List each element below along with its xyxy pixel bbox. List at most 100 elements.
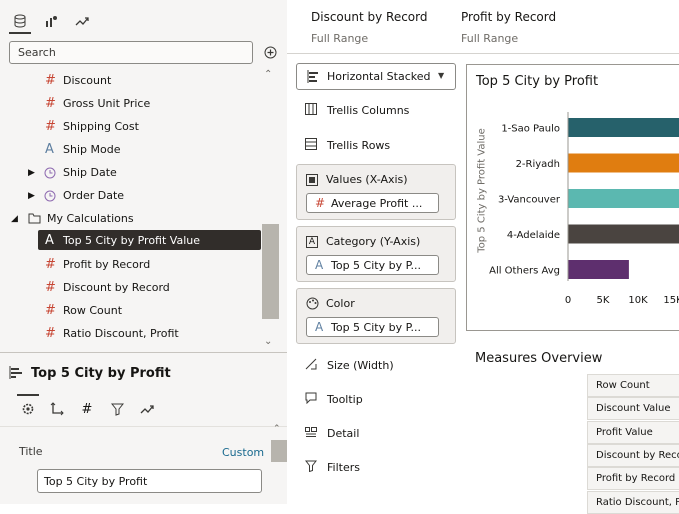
- expand-icon[interactable]: ▶: [28, 168, 35, 178]
- tree-item-ship-date[interactable]: ▶ Ship Date: [0, 161, 262, 184]
- tree-item-order-date[interactable]: ▶ Order Date: [0, 184, 262, 207]
- tree-item-profit-by-record[interactable]: # Profit by Record: [0, 253, 262, 276]
- clock-icon: [44, 167, 56, 179]
- measures-row[interactable]: Ratio Discount, Pr: [587, 490, 679, 514]
- attribute-icon: A: [45, 232, 54, 248]
- clock-icon: [44, 190, 56, 202]
- tab-divider: [0, 426, 287, 427]
- values-x-axis-drop[interactable]: Values (X-Axis) # Average Profit ...: [296, 164, 456, 220]
- scroll-up-icon[interactable]: ⌃: [273, 424, 281, 434]
- tree-item-discount[interactable]: # Discount: [0, 69, 262, 92]
- folder-icon: [28, 213, 41, 224]
- tree-item-row-count[interactable]: # Row Count: [0, 299, 262, 322]
- filter-discount-by-record[interactable]: Discount by Record: [311, 10, 428, 24]
- chart-container[interactable]: Top 5 City by Profit Top 5 City by Profi…: [466, 64, 679, 331]
- category-label: 4-Adelaide: [507, 230, 560, 241]
- size-icon: [305, 358, 319, 372]
- values-icon: [306, 174, 318, 186]
- collapse-icon[interactable]: ◢: [11, 214, 18, 224]
- properties-scrollbar[interactable]: [271, 440, 287, 462]
- filter-icon[interactable]: [106, 398, 128, 420]
- tree-item-label: Row Count: [63, 304, 123, 317]
- category-label: 3-Vancouver: [498, 195, 561, 206]
- tree-item-label: My Calculations: [47, 212, 134, 225]
- number-format-icon[interactable]: #: [76, 398, 98, 420]
- trellis-columns-icon: [305, 103, 319, 117]
- size-width-label: Size (Width): [327, 358, 394, 372]
- database-icon[interactable]: [9, 10, 31, 32]
- search-input[interactable]: Search: [9, 41, 253, 64]
- x-tick-label: 5K: [597, 295, 610, 306]
- tree-item-label: Profit by Record: [63, 258, 151, 271]
- tooltip-icon: [305, 392, 319, 406]
- attribute-icon: A: [315, 320, 324, 334]
- tree-folder-my-calculations[interactable]: ◢ My Calculations: [0, 207, 262, 230]
- active-tab-indicator: [17, 394, 39, 396]
- category-label: 1-Sao Paulo: [501, 124, 560, 135]
- visualizations-icon[interactable]: [40, 10, 62, 32]
- analytics-icon[interactable]: [136, 398, 158, 420]
- add-icon[interactable]: [263, 45, 278, 60]
- tree-item-shipping-cost[interactable]: # Shipping Cost: [0, 115, 262, 138]
- tree-item-ratio-discount-profit[interactable]: # Ratio Discount, Profit: [0, 322, 262, 345]
- category-pill-label: Top 5 City by P...: [331, 258, 422, 272]
- scroll-down-icon[interactable]: ⌄: [264, 336, 272, 347]
- x-tick-label: 15K: [663, 295, 679, 306]
- values-pill-label: Average Profit ...: [331, 196, 423, 210]
- color-drop[interactable]: Color A Top 5 City by P...: [296, 288, 456, 344]
- title-input[interactable]: Top 5 City by Profit: [37, 469, 262, 493]
- scroll-up-icon[interactable]: ⌃: [264, 69, 272, 80]
- tree-item-label: Ship Date: [63, 166, 117, 179]
- color-label: Color: [326, 297, 355, 310]
- data-panel: Search # Discount # Gross Unit Price # S…: [0, 0, 287, 504]
- measures-row[interactable]: Profit by Record: [587, 467, 679, 491]
- measure-icon: #: [45, 73, 56, 88]
- chart-type-select[interactable]: Horizontal Stacked ▼: [296, 63, 456, 90]
- general-settings-icon[interactable]: [17, 398, 39, 420]
- bar-4: [568, 224, 679, 244]
- attribute-icon: A: [45, 142, 54, 157]
- trellis-columns-drop[interactable]: Trellis Columns: [305, 100, 409, 120]
- active-tab-indicator: [9, 32, 31, 34]
- search-placeholder: Search: [18, 46, 56, 59]
- title-field-label: Title: [19, 445, 43, 458]
- category-pill[interactable]: A Top 5 City by P...: [306, 255, 439, 275]
- measure-icon: #: [45, 96, 56, 111]
- detail-drop[interactable]: Detail: [305, 423, 359, 443]
- tree-item-gross-unit-price[interactable]: # Gross Unit Price: [0, 92, 262, 115]
- bar-5: [568, 260, 629, 279]
- category-y-axis-label: Category (Y-Axis): [326, 235, 421, 248]
- tree-item-ship-mode[interactable]: A Ship Mode: [0, 138, 262, 161]
- detail-icon: [305, 426, 319, 440]
- bar-chart: 1-Sao Paulo 2-Riyadh 3-Vancouver 4-Adelaide…: [489, 112, 679, 306]
- measures-row[interactable]: Discount by Recor: [587, 443, 679, 467]
- measures-row[interactable]: Row Count: [587, 374, 679, 397]
- category-label: 2-Riyadh: [516, 159, 560, 170]
- expand-icon[interactable]: ▶: [28, 191, 35, 201]
- filters-drop[interactable]: Filters: [304, 457, 360, 477]
- size-width-drop[interactable]: Size (Width): [305, 355, 394, 375]
- palette-icon: [306, 297, 319, 310]
- measures-overview-title: Measures Overview: [475, 351, 603, 366]
- tree-item-label: Ship Mode: [63, 143, 121, 156]
- tooltip-drop[interactable]: Tooltip: [305, 389, 363, 409]
- measure-icon: #: [45, 303, 56, 318]
- tree-scrollbar[interactable]: [262, 224, 279, 319]
- tree-item-label: Shipping Cost: [63, 120, 139, 133]
- measures-row[interactable]: Profit Value: [587, 420, 679, 444]
- filter-profit-by-record[interactable]: Profit by Record: [461, 10, 556, 24]
- color-pill[interactable]: A Top 5 City by P...: [306, 317, 439, 337]
- tree-item-discount-by-record[interactable]: # Discount by Record: [0, 276, 262, 299]
- trellis-rows-icon: [305, 138, 319, 152]
- bar-2: [568, 153, 679, 173]
- category-y-axis-drop[interactable]: A Category (Y-Axis) A Top 5 City by P...: [296, 226, 456, 282]
- axis-icon[interactable]: [46, 398, 68, 420]
- values-pill[interactable]: # Average Profit ...: [306, 193, 439, 213]
- measure-icon: #: [45, 119, 56, 134]
- trellis-rows-drop[interactable]: Trellis Rows: [305, 135, 390, 155]
- measures-row[interactable]: Discount Value: [587, 397, 679, 421]
- tree-item-top5-city-selected[interactable]: A Top 5 City by Profit Value: [38, 230, 261, 250]
- detail-label: Detail: [327, 426, 360, 440]
- title-mode-link[interactable]: Custom: [222, 446, 264, 459]
- analytics-icon[interactable]: [71, 10, 93, 32]
